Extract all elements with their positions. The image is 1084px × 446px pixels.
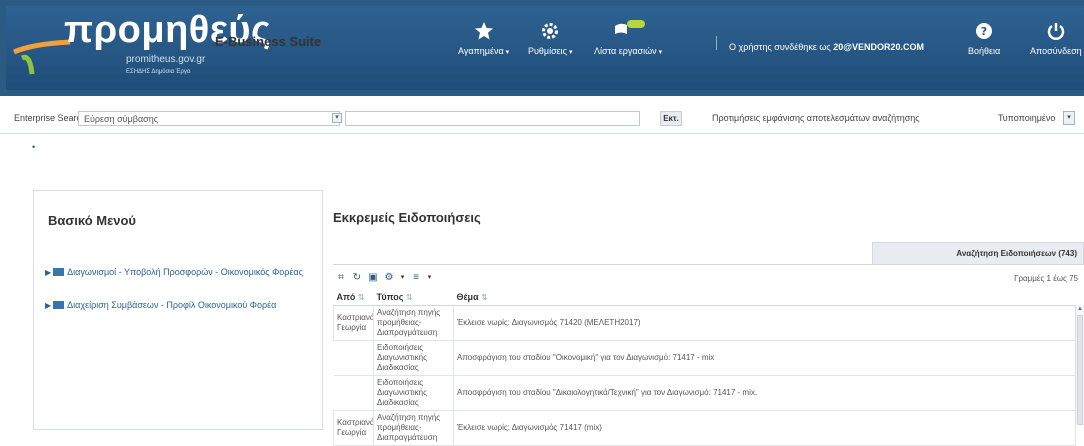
help-icon: ? [976,23,993,39]
main-menu-title: Βασικό Μενού [48,213,136,228]
cell-from: Καστριανά Γεωργία [333,409,374,446]
help-label: Βοήθεια [968,46,1001,56]
sort-icon[interactable]: ⇅ [358,293,365,302]
user-name: 20@VENDOR20.COM [833,42,925,52]
app-header: προμηθεύς E-Business Suite promitheus.go… [0,0,1084,96]
power-icon [1047,23,1065,40]
actions-gear-icon[interactable]: ⚙ [383,272,395,284]
favorites-menu[interactable]: Αγαπημένα ▾ [458,20,509,56]
header-divider [716,36,717,50]
menu-item-tenders[interactable]: ▶ Διαγωνισμοί - Υποβολή Προσφορών - Οικον… [45,264,307,281]
chevron-down-icon: ▾ [332,113,342,123]
cell-subject[interactable]: Έκλεισε νωρίς: Διαγωνισμός 71417 (mix) [453,409,1076,446]
gear-icon [542,23,559,39]
cell-type: Αναζήτηση πηγής προμήθειας-Διαπραγμάτευσ… [373,409,454,446]
cell-type: Ειδοποιήσεις Διαγωνιστικής Διαδικασίας [373,339,454,376]
rows-range: Γραμμές 1 έως 75 [1014,274,1078,283]
cell-type: Ειδοποιήσεις Διαγωνιστικής Διαδικασίας [373,374,454,411]
settings-menu[interactable]: Ρυθμίσεις ▾ [528,20,573,56]
table-row[interactable]: Ειδοποιήσεις Διαγωνιστικής Διαδικασίας Α… [333,339,1076,376]
folder-icon [53,301,65,309]
column-label: Από [336,291,356,302]
scroll-up-icon[interactable]: ▲ [1077,306,1083,312]
table-header-row: Από ⇅ Τύπος ⇅ Θέμα ⇅ [333,289,1076,306]
expand-arrow-icon[interactable]: ▶ [45,268,51,277]
table-row[interactable]: Καστριανά Γεωργία Αναζήτηση πηγής προμήθ… [333,409,1076,446]
search-input[interactable] [345,111,640,126]
view-menu-icon[interactable]: ≡ [410,272,422,284]
logout-button[interactable]: Αποσύνδεση [1030,20,1082,56]
search-notifications-button[interactable]: Αναζήτηση Ειδοποιήσεων (743) [872,242,1084,264]
worklist-flag-icon [615,20,646,42]
svg-text:?: ? [981,25,987,38]
notifications-table: Από ⇅ Τύπος ⇅ Θέμα ⇅ Καστριανά Γεωργία Α… [333,289,1076,446]
menu-item-label: Διαγωνισμοί - Υποβολή Προσφορών - Οικονο… [67,267,303,277]
cell-subject[interactable]: Αποσφράγιση του σταδίου "Οικονομική" για… [453,339,1076,376]
search-prefs-value[interactable]: Τυποποιημένο [998,113,1055,123]
star-icon [474,22,493,40]
table-scrollbar[interactable]: ▲ [1075,305,1084,425]
help-button[interactable]: ? Βοήθεια [968,20,1000,56]
freeze-icon[interactable]: ▣ [367,272,379,284]
user-prefix: Ο χρήστης συνδέθηκε ως [729,42,831,52]
chevron-down-icon[interactable]: ▾ [426,272,433,284]
search-prefs-label: Προτιμήσεις εμφάνισης αποτελεσμάτων αναζ… [712,113,920,123]
search-go-button[interactable]: Εκτ. [660,111,682,126]
main-menu-panel: Βασικό Μενού ▶ Διαγωνισμοί - Υποβολή Προσ… [33,190,323,430]
table-row[interactable]: Καστριανά Γεωργία Αναζήτηση πηγής προμήθ… [333,304,1076,341]
logo-subtitle: ΕΣΗΔΗΣ Δημόσια Έργα [126,69,191,75]
cell-from [333,374,374,411]
notifications-title: Εκκρεμείς Ειδοποιήσεις [333,210,481,225]
column-label: Τύπος [376,291,404,302]
worklist-menu[interactable]: Λίστα εργασιών ▾ [594,20,662,56]
collapse-dot-icon[interactable]: • [32,142,35,152]
table-row[interactable]: Ειδοποιήσεις Διαγωνιστικής Διαδικασίας Α… [333,374,1076,411]
scrollbar-thumb[interactable] [1077,315,1083,425]
column-header-from[interactable]: Από ⇅ [333,289,374,306]
column-label: Θέμα [456,291,479,302]
refresh-icon[interactable]: ↻ [351,272,363,284]
sort-icon[interactable]: ⇅ [406,293,413,302]
settings-label: Ρυθμίσεις [528,46,568,56]
column-header-subject[interactable]: Θέμα ⇅ [453,289,1076,306]
search-scope-value: Εύρεση σύμβασης [84,114,159,124]
cell-subject[interactable]: Αποσφράγιση του σταδίου "Δικαιολογητικά/… [453,374,1076,411]
cell-subject[interactable]: Έκλεισε νωρίς: Διαγωνισμός 71420 (ΜΕΛΕΤΗ… [453,304,1076,341]
search-scope-select[interactable]: Εύρεση σύμβασης [78,111,340,126]
column-header-type[interactable]: Τύπος ⇅ [373,289,454,306]
cell-type: Αναζήτηση πηγής προμήθειας-Διαπραγμάτευσ… [373,304,454,341]
table-toolbar: ⌗ ↻ ▣ ⚙ ▾ ≡ ▾ [335,271,433,285]
search-scope-dropdown[interactable]: ▾ [330,111,344,126]
logo-url: promitheus.gov.gr [126,54,206,65]
expand-arrow-icon[interactable]: ▶ [45,301,51,310]
logo-suffix: E-Business Suite [215,34,322,49]
logged-in-user: Ο χρήστης συνδέθηκε ως 20@VENDOR20.COM [729,42,924,52]
cell-from [333,339,374,376]
chevron-down-icon[interactable]: ▾ [1063,111,1075,125]
menu-item-contracts[interactable]: ▶ Διαχείριση Συμβάσεων - Προφίλ Οικονομικ… [45,297,307,314]
folder-icon [53,268,65,276]
favorites-label: Αγαπημένα [458,46,504,56]
notifications-panel: ⌗ ↻ ▣ ⚙ ▾ ≡ ▾ Γραμμές 1 έως 75 Από ⇅ Τύπ… [333,264,1084,446]
logo-swoosh-icon [12,39,71,75]
sort-icon[interactable]: ⇅ [481,293,488,302]
logout-label: Αποσύνδεση [1030,46,1082,56]
enterprise-search-bar: Enterprise Search Εύρεση σύμβασης ▾ Εκτ.… [0,104,1084,134]
menu-item-label: Διαχείριση Συμβάσεων - Προφίλ Οικονομικο… [67,300,277,310]
chevron-down-icon[interactable]: ▾ [399,272,406,284]
worklist-label: Λίστα εργασιών [594,46,657,56]
cell-from: Καστριανά Γεωργία [333,304,374,341]
detach-icon[interactable]: ⌗ [335,272,347,284]
search-label: Enterprise Search [14,113,87,123]
